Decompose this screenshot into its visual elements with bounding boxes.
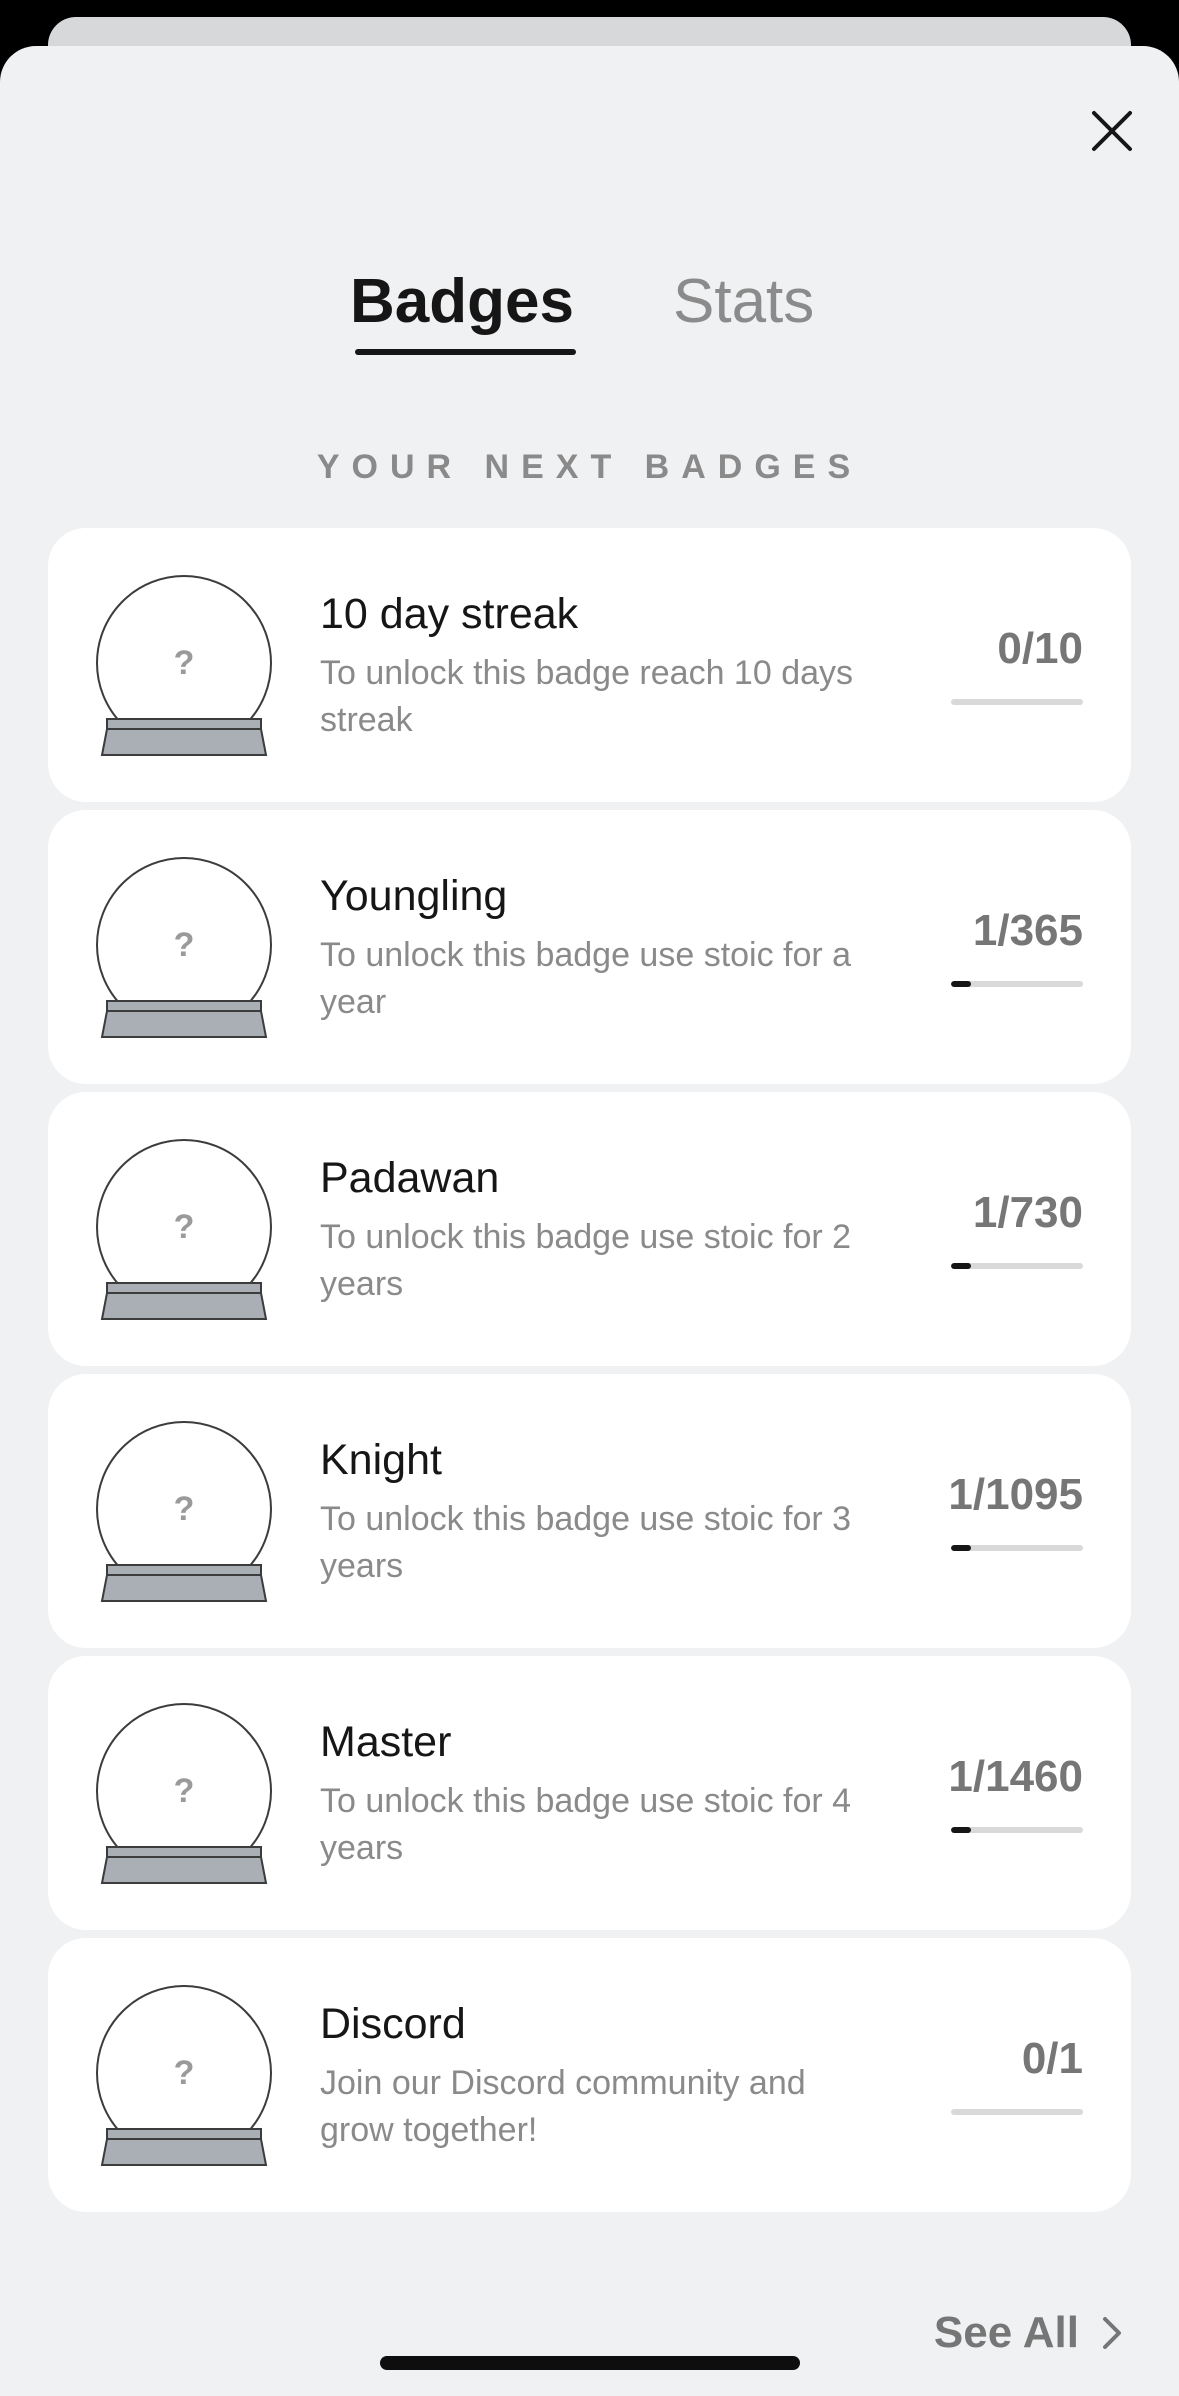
badge-title: Youngling <box>320 872 508 920</box>
locked-badge-globe-icon: ? <box>96 857 272 1038</box>
badge-title: Knight <box>320 1436 442 1484</box>
locked-badge-globe-icon: ? <box>96 1703 272 1884</box>
badges-sheet: Badges Stats YOUR NEXT BADGES ? 10 day s… <box>0 46 1179 2396</box>
badge-locked-glyph: ? <box>174 1772 195 1810</box>
badge-progress-count: 0/1 <box>1021 2034 1083 2083</box>
badge-description: To unlock this badge use stoic for 4 yea… <box>320 1782 852 1867</box>
badge-description: To unlock this badge use stoic for a yea… <box>320 936 852 1021</box>
badge-progress-fill <box>951 981 971 987</box>
badge-progress-bar <box>951 981 1083 987</box>
badge-progress-bar <box>951 1545 1083 1551</box>
close-button[interactable] <box>1083 102 1141 160</box>
badge-locked-glyph: ? <box>174 644 195 682</box>
badge-progress-bar <box>951 699 1083 705</box>
see-all-button[interactable]: See All <box>934 2308 1133 2358</box>
locked-badge-globe-icon: ? <box>96 575 272 756</box>
badge-locked-glyph: ? <box>174 2054 195 2092</box>
tab-badges[interactable]: Badges <box>350 266 574 338</box>
badge-progress-count: 1/730 <box>972 1188 1083 1237</box>
home-indicator[interactable] <box>380 2356 800 2370</box>
tab-bar: Badges Stats <box>0 266 1179 386</box>
badge-list: ? 10 day streak To unlock this badge rea… <box>48 528 1131 2220</box>
badge-locked-glyph: ? <box>174 926 195 964</box>
locked-badge-globe-icon: ? <box>96 1421 272 1602</box>
badge-progress-count: 1/1460 <box>948 1752 1083 1801</box>
badge-progress-count: 1/365 <box>972 906 1083 955</box>
section-title: YOUR NEXT BADGES <box>316 448 863 486</box>
badge-title: Discord <box>320 2000 466 2048</box>
badge-progress-bar <box>951 1263 1083 1269</box>
badge-progress-bar <box>951 2109 1083 2115</box>
badge-description: To unlock this badge use stoic for 3 yea… <box>320 1500 852 1585</box>
badge-title: Padawan <box>320 1154 500 1202</box>
badge-title: 10 day streak <box>320 590 579 638</box>
badge-progress-count: 0/10 <box>997 624 1083 673</box>
badge-progress-fill <box>951 1827 971 1833</box>
badge-card[interactable]: ? Knight To unlock this badge use stoic … <box>48 1374 1131 1648</box>
badge-description: To unlock this badge reach 10 days strea… <box>320 654 854 739</box>
badge-description: Join our Discord community and grow toge… <box>320 2064 806 2149</box>
badge-progress-fill <box>951 1263 971 1269</box>
badge-progress-fill <box>951 1545 971 1551</box>
badge-progress-count: 1/1095 <box>948 1470 1083 1519</box>
badge-card[interactable]: ? Discord Join our Discord community and… <box>48 1938 1131 2212</box>
see-all-label: See All <box>933 2308 1079 2357</box>
chevron-right-icon <box>1103 2317 1121 2349</box>
badge-locked-glyph: ? <box>174 1490 195 1528</box>
active-tab-indicator <box>355 349 576 355</box>
badge-description: To unlock this badge use stoic for 2 yea… <box>320 1218 852 1303</box>
badge-title: Master <box>320 1718 452 1766</box>
badge-card[interactable]: ? Youngling To unlock this badge use sto… <box>48 810 1131 1084</box>
locked-badge-globe-icon: ? <box>96 1985 272 2166</box>
badge-locked-glyph: ? <box>174 1208 195 1246</box>
badge-card[interactable]: ? Master To unlock this badge use stoic … <box>48 1656 1131 1930</box>
locked-badge-globe-icon: ? <box>96 1139 272 1320</box>
badge-progress-bar <box>951 1827 1083 1833</box>
close-icon <box>1092 111 1132 151</box>
badge-card[interactable]: ? Padawan To unlock this badge use stoic… <box>48 1092 1131 1366</box>
badge-card[interactable]: ? 10 day streak To unlock this badge rea… <box>48 528 1131 802</box>
tab-stats[interactable]: Stats <box>673 266 814 338</box>
